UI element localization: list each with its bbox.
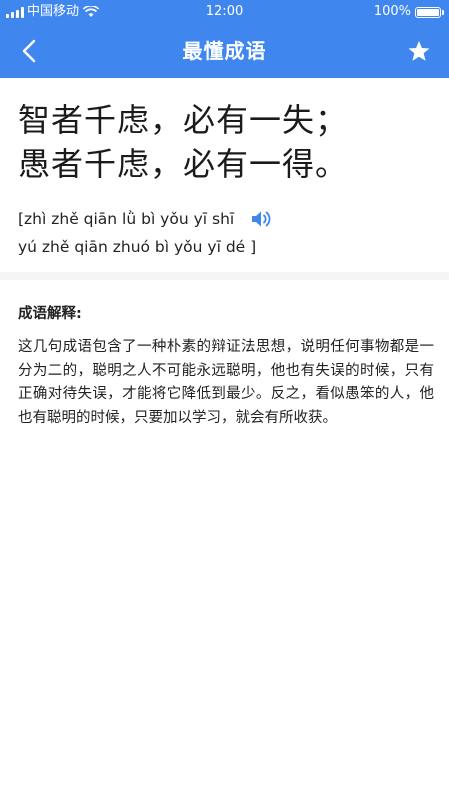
pinyin-block: [zhì zhě qiān lǜ bì yǒu yī shī yú zhě qi… <box>18 205 438 261</box>
status-right: 100% <box>373 0 444 24</box>
status-bar: 中国移动 12:00 100% <box>0 0 449 24</box>
explanation-text: 这几句成语包含了一种朴素的辩证法思想，说明任何事物都是一分为二的，聪明之人不可能… <box>18 339 434 426</box>
battery-icon <box>415 6 444 18</box>
pinyin-line-1: [zhì zhě qiān lǜ bì yǒu yī shī <box>18 210 235 228</box>
favorite-button[interactable] <box>401 33 437 69</box>
pinyin-row-2: yú zhě qiān zhuó bì yǒu yī dé ] <box>18 233 438 261</box>
play-audio-button[interactable] <box>248 207 276 231</box>
pinyin-line-2: yú zhě qiān zhuó bì yǒu yī dé ] <box>18 238 257 256</box>
star-icon <box>408 40 430 61</box>
explanation-heading: 成语解释: <box>18 306 82 322</box>
page-title: 最懂成语 <box>182 39 267 63</box>
header: 中国移动 12:00 100% 最懂成语 <box>0 0 449 78</box>
speaker-icon <box>252 211 271 227</box>
pinyin-row-1: [zhì zhě qiān lǜ bì yǒu yī shī <box>18 205 438 233</box>
idiom-text: 智者千虑，必有一失； 愚者千虑，必有一得。 <box>18 98 438 186</box>
idiom-line-2: 愚者千虑，必有一得。 <box>18 145 349 183</box>
section-divider <box>0 272 449 280</box>
idiom-line-1: 智者千虑，必有一失； <box>18 101 349 139</box>
nav-bar: 最懂成语 <box>0 24 449 78</box>
battery-label: 100% <box>373 4 411 19</box>
